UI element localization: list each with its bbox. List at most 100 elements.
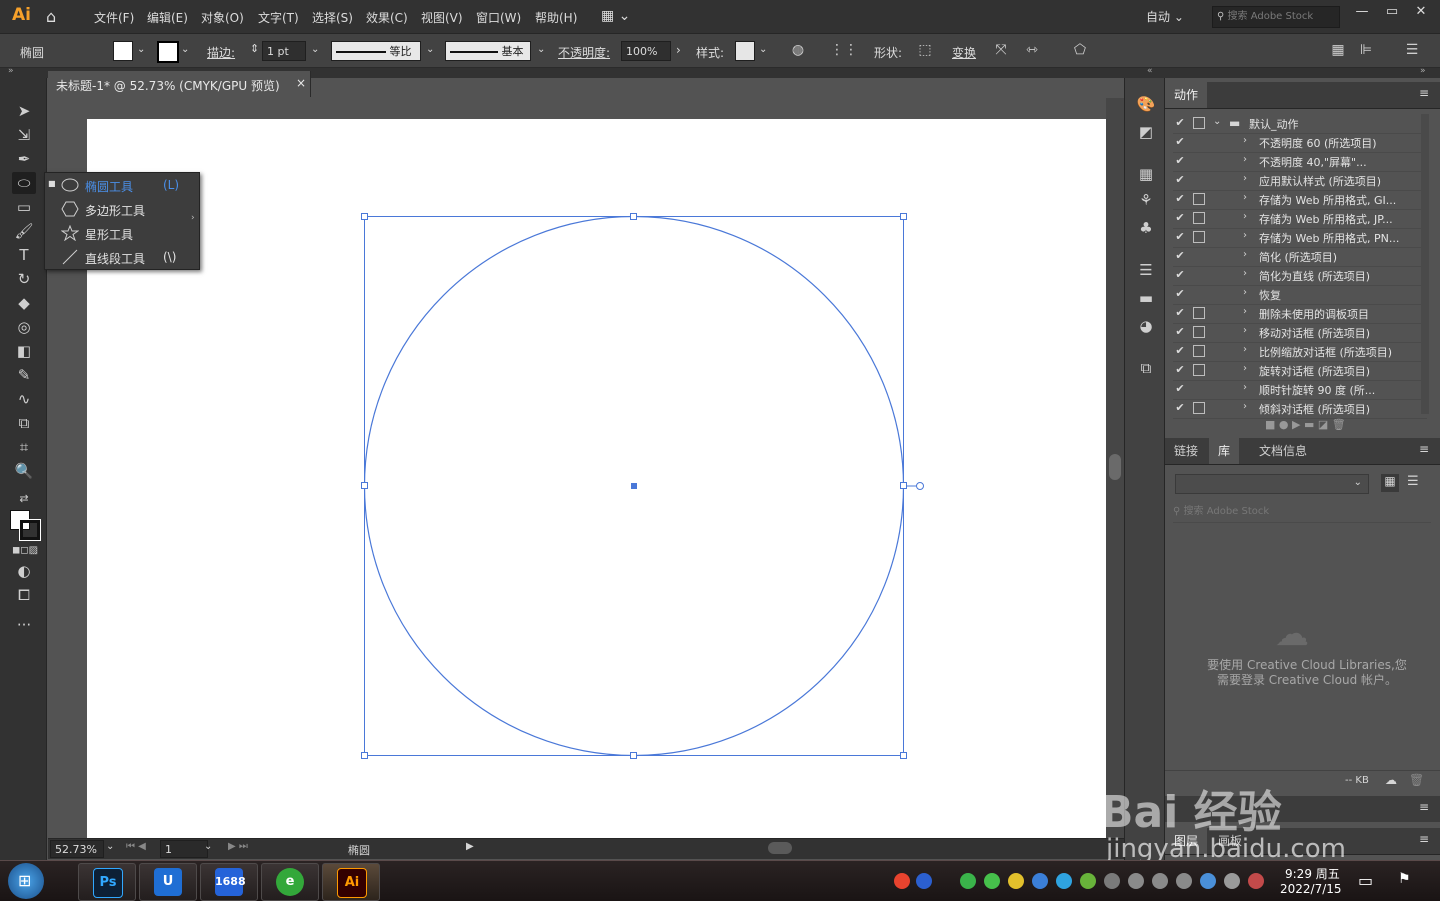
tray-app-icon[interactable] [1080, 873, 1096, 889]
grid-view-icon[interactable]: ▦ [1381, 474, 1399, 492]
stepper-icon[interactable]: ⇕ [250, 42, 259, 55]
chevron-down-icon[interactable]: ⌄ [106, 841, 114, 852]
tray-app-icon[interactable] [1176, 873, 1192, 889]
chevron-down-icon[interactable]: ⌄ [137, 44, 145, 55]
swatches-icon[interactable]: ▦ [1135, 164, 1157, 184]
library-select[interactable]: ⌄ [1175, 474, 1369, 494]
tab-actions[interactable]: 动作 [1165, 82, 1208, 108]
chevron-down-icon[interactable]: ⌄ [311, 44, 319, 55]
dialog-toggle[interactable] [1193, 345, 1205, 357]
panel-menu-icon[interactable]: ≡ [1419, 832, 1429, 846]
cloud-sync-icon[interactable]: ☁ [1385, 773, 1397, 787]
flyout-line-tool[interactable]: 直线段工具 (\) [45, 245, 191, 269]
list-view-icon[interactable]: ☰ [1407, 474, 1419, 489]
flyout-polygon-tool[interactable]: 多边形工具 [45, 197, 191, 221]
close-icon[interactable]: × [296, 76, 306, 90]
document-tab[interactable]: 未标题-1* @ 52.73% (CMYK/GPU 预览) × [48, 71, 311, 97]
chevron-right-icon[interactable]: › [1243, 192, 1247, 203]
warp-tool-icon[interactable]: ◎ [12, 316, 36, 338]
stroke-swatch[interactable] [157, 41, 179, 63]
chevron-down-icon[interactable]: ⌄ [204, 841, 212, 852]
color-guide-icon[interactable]: ◩ [1135, 122, 1157, 142]
resize-handle[interactable] [900, 482, 907, 489]
stroke-panel-icon[interactable]: ☰ [1135, 260, 1157, 280]
brush-select[interactable]: 基本 [445, 41, 531, 61]
clock-date[interactable]: 2022/7/15 [1280, 882, 1342, 896]
grid-icon[interactable]: ▦ [1328, 40, 1348, 60]
eraser-tool-icon[interactable]: ◆ [12, 292, 36, 314]
shape-label[interactable]: 形状: [874, 44, 902, 61]
zoom-field[interactable]: 52.73% [50, 840, 104, 858]
dialog-toggle[interactable] [1193, 307, 1205, 319]
opacity-label[interactable]: 不透明度: [558, 44, 610, 61]
action-row[interactable]: ✔ › 比例缩放对话框 (所选项目) [1173, 342, 1427, 362]
menu-file[interactable]: 文件(F) [94, 9, 134, 26]
ellipse-tool-icon[interactable]: ⬭ [12, 172, 36, 194]
pen-tool-icon[interactable]: ✒ [12, 148, 36, 170]
artboards-icon[interactable]: ⧉ [1135, 358, 1157, 378]
chevron-right-icon[interactable]: › [1243, 306, 1247, 317]
volume-icon[interactable] [1248, 873, 1264, 889]
menu-icon[interactable]: ☰ [1402, 40, 1422, 60]
menu-view[interactable]: 视图(V) [421, 9, 463, 26]
color-mode-icon[interactable]: ◼◻▨ [12, 540, 38, 562]
panel-menu-icon[interactable]: ≡ [1419, 86, 1429, 100]
blend-tool-icon[interactable]: ∿ [12, 388, 36, 410]
close-button[interactable]: ✕ [1409, 3, 1433, 21]
menu-select[interactable]: 选择(S) [312, 9, 353, 26]
library-search-input[interactable]: ⚲ 搜索 Adobe Stock [1173, 502, 1431, 523]
check-icon[interactable]: ✔ [1173, 230, 1187, 244]
shape-builder-tool-icon[interactable]: ⧉ [12, 412, 36, 434]
flyout-ellipse-tool[interactable]: ■ 椭圆工具 (L) [45, 173, 191, 197]
check-icon[interactable]: ✔ [1173, 306, 1187, 320]
maximize-button[interactable]: ▭ [1380, 3, 1404, 21]
action-row[interactable]: ✔ › 简化 (所选项目) [1173, 247, 1427, 267]
artboard-tool-icon[interactable]: ⌗ [12, 436, 36, 458]
gradient-panel-icon[interactable]: ▬ [1135, 288, 1157, 308]
zoom-tool-icon[interactable]: 🔍 [12, 460, 36, 482]
action-center-icon[interactable]: ⚑ [1398, 871, 1411, 887]
dialog-toggle[interactable] [1193, 364, 1205, 376]
first-page-icon[interactable]: ⏮ ◀ [126, 841, 146, 852]
chevron-right-icon[interactable]: › [1243, 249, 1247, 260]
check-icon[interactable]: ✔ [1173, 116, 1187, 130]
page-field[interactable]: 1 [160, 840, 208, 858]
action-row[interactable]: ✔ › 不透明度 60 (所选项目) [1173, 133, 1427, 153]
pie-widget-handle[interactable] [916, 482, 924, 490]
check-icon[interactable]: ✔ [1173, 268, 1187, 282]
tearoff-icon[interactable]: › [191, 213, 195, 223]
scroll-thumb[interactable] [1109, 454, 1121, 480]
dialog-toggle[interactable] [1193, 212, 1205, 224]
menu-window[interactable]: 窗口(W) [476, 9, 521, 26]
color-panel-icon[interactable]: 🎨 [1135, 94, 1157, 114]
tray-app-icon[interactable] [1224, 873, 1240, 889]
chevron-down-icon[interactable]: ⌄ [537, 44, 545, 55]
menu-edit[interactable]: 编辑(E) [147, 9, 188, 26]
menu-object[interactable]: 对象(O) [201, 9, 244, 26]
dialog-toggle[interactable] [1193, 117, 1205, 129]
wechat-icon[interactable] [984, 873, 1000, 889]
taskbar-app-u[interactable]: U [139, 863, 197, 901]
check-icon[interactable]: ✔ [1173, 287, 1187, 301]
taskbar-photoshop[interactable]: Ps [78, 863, 136, 901]
chevron-right-icon[interactable]: › [1243, 230, 1247, 241]
workspace-switcher[interactable]: 自动 ⌄ [1146, 8, 1184, 25]
arrange-documents-icon[interactable]: ▦ ⌄ [601, 8, 630, 24]
action-row[interactable]: ✔ › 旋转对话框 (所选项目) [1173, 361, 1427, 381]
chevron-right-icon[interactable]: › [1243, 173, 1247, 184]
chevron-right-icon[interactable]: › [1243, 135, 1247, 146]
flip-icon[interactable]: ⇿ [1022, 40, 1042, 60]
stroke-weight-field[interactable]: 1 pt [262, 41, 306, 61]
chevron-right-icon[interactable]: › [1243, 211, 1247, 222]
chevron-right-icon[interactable]: › [1243, 363, 1247, 374]
eyedropper-tool-icon[interactable]: ✎ [12, 364, 36, 386]
recolor-icon[interactable]: ◍ [788, 40, 808, 60]
check-icon[interactable]: ✔ [1173, 344, 1187, 358]
align-icon[interactable]: ⋮⋮ [830, 40, 858, 60]
check-icon[interactable]: ✔ [1173, 401, 1187, 415]
resize-handle[interactable] [361, 752, 368, 759]
network-icon[interactable] [1128, 873, 1144, 889]
action-row[interactable]: ✔ › 不透明度 40,"屏幕"... [1173, 152, 1427, 172]
taskbar-illustrator[interactable]: Ai [322, 863, 380, 901]
resize-handle[interactable] [361, 213, 368, 220]
